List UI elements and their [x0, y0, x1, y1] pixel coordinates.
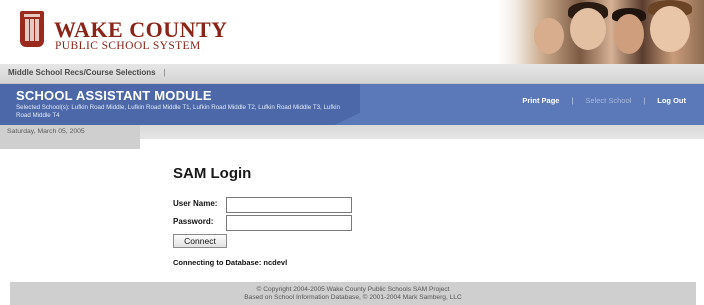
username-label: User Name:: [173, 199, 218, 208]
nav-separator: |: [571, 96, 574, 105]
nav-item-label[interactable]: Middle School Recs/Course Selections: [8, 68, 156, 77]
children-banner-photo: [498, 0, 704, 64]
footer: © Copyright 2004-2005 Wake County Public…: [10, 282, 696, 305]
module-title: SCHOOL ASSISTANT MODULE: [16, 88, 212, 103]
wcpss-logo[interactable]: WAKE COUNTY PUBLIC SCHOOL SYSTEM: [20, 10, 240, 58]
top-nav: Print Page | Select School | Log Out: [522, 96, 686, 105]
print-page-link[interactable]: Print Page: [522, 96, 559, 105]
login-title: SAM Login: [173, 165, 252, 182]
copyright-line: © Copyright 2004-2005 Wake County Public…: [256, 286, 450, 293]
nav-item-course-selections[interactable]: Middle School Recs/Course Selections |: [8, 68, 166, 77]
password-label: Password:: [173, 217, 214, 226]
nav-separator: |: [163, 68, 166, 77]
log-out-link[interactable]: Log Out: [657, 96, 686, 105]
page-header: WAKE COUNTY PUBLIC SCHOOL SYSTEM: [0, 0, 704, 64]
attribution-line: Based on School Information Database, © …: [244, 294, 462, 301]
select-school-link[interactable]: Select School: [585, 96, 631, 105]
school-seal-icon: [20, 11, 44, 47]
logo-subtitle: PUBLIC SCHOOL SYSTEM: [55, 40, 201, 52]
database-status: Connecting to Database: ncdevl: [173, 258, 288, 267]
nav-separator: |: [643, 96, 646, 105]
module-tab: SCHOOL ASSISTANT MODULE Selected School(…: [0, 84, 360, 125]
connect-button[interactable]: Connect: [173, 234, 227, 248]
date-panel: Saturday, March 05, 2005: [0, 125, 140, 149]
current-date: Saturday, March 05, 2005: [7, 128, 85, 135]
password-input[interactable]: [226, 215, 352, 231]
section-nav-bar: Middle School Recs/Course Selections |: [0, 64, 704, 84]
selected-schools-text: Selected School(s): Lufkin Road Middle, …: [16, 104, 340, 119]
username-input[interactable]: [226, 197, 352, 213]
module-bar: SCHOOL ASSISTANT MODULE Selected School(…: [0, 84, 704, 125]
